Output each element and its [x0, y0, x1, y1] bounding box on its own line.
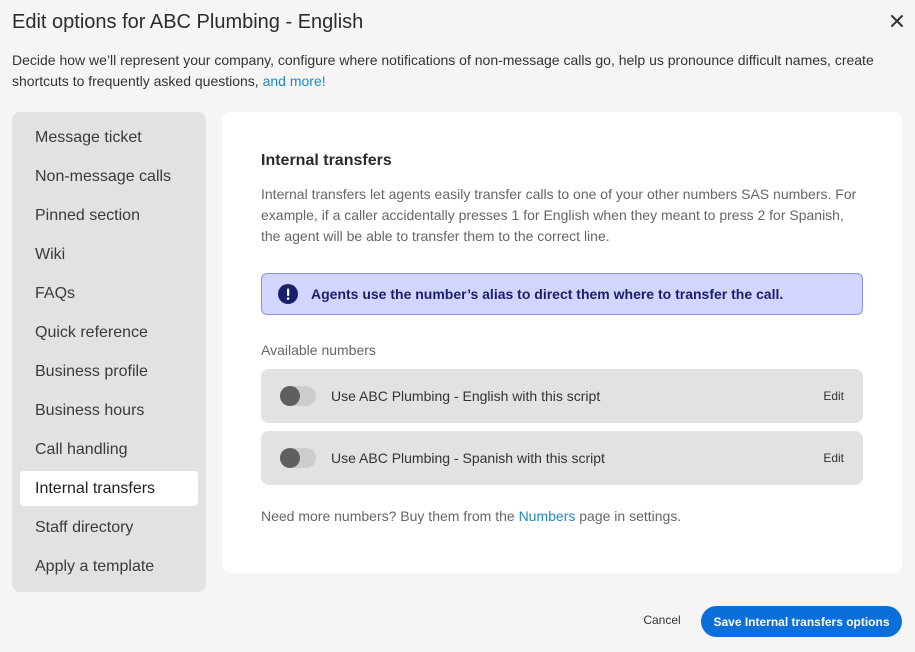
sidebar-item-business-profile[interactable]: Business profile	[20, 354, 198, 389]
sidebar-item-business-hours[interactable]: Business hours	[20, 393, 198, 428]
available-numbers-label: Available numbers	[261, 342, 376, 358]
toggle-knob	[280, 448, 300, 468]
number-label-spanish: Use ABC Plumbing - Spanish with this scr…	[331, 450, 605, 466]
panel-title: Internal transfers	[261, 152, 392, 169]
info-banner: Agents use the number’s alias to direct …	[261, 273, 863, 315]
dialog-title: Edit options for ABC Plumbing - English	[12, 11, 364, 33]
edit-spanish-button[interactable]: Edit	[823, 451, 844, 465]
panel-description: Internal transfers let agents easily tra…	[261, 186, 857, 244]
save-button[interactable]: Save Internal transfers options	[701, 606, 902, 637]
sidebar-item-call-handling[interactable]: Call handling	[20, 432, 198, 467]
number-label-english: Use ABC Plumbing - English with this scr…	[331, 388, 601, 404]
info-banner-text: Agents use the number’s alias to direct …	[311, 286, 784, 302]
footnote: Need more numbers? Buy them from the Num…	[261, 508, 681, 524]
dialog-intro: Decide how we’ll represent your company,…	[12, 50, 892, 92]
footnote-post: page in settings.	[575, 508, 682, 524]
internal-transfers-panel: Internal transfers Internal transfers le…	[222, 112, 902, 573]
number-row-english: Use ABC Plumbing - English with this scr…	[261, 369, 863, 423]
exclamation-icon	[278, 284, 298, 304]
close-button[interactable]	[885, 9, 909, 33]
toggle-knob	[280, 386, 300, 406]
toggle-spanish[interactable]	[280, 448, 316, 468]
and-more-link[interactable]: and more!	[263, 73, 326, 89]
footnote-pre: Need more numbers? Buy them from the	[261, 508, 519, 524]
number-row-spanish: Use ABC Plumbing - Spanish with this scr…	[261, 431, 863, 485]
toggle-english[interactable]	[280, 386, 316, 406]
sidebar-item-non-message-calls[interactable]: Non-message calls	[20, 159, 198, 194]
sidebar-item-pinned-section[interactable]: Pinned section	[20, 198, 198, 233]
numbers-link[interactable]: Numbers	[519, 508, 576, 524]
sidebar-item-apply-a-template[interactable]: Apply a template	[20, 549, 198, 584]
sidebar-item-message-ticket[interactable]: Message ticket	[20, 120, 198, 155]
cancel-button[interactable]: Cancel	[636, 608, 688, 632]
close-icon	[891, 15, 903, 27]
edit-english-button[interactable]: Edit	[823, 389, 844, 403]
options-sidebar: Message ticket Non-message calls Pinned …	[12, 112, 206, 592]
sidebar-item-quick-reference[interactable]: Quick reference	[20, 315, 198, 350]
sidebar-item-staff-directory[interactable]: Staff directory	[20, 510, 198, 545]
sidebar-item-faqs[interactable]: FAQs	[20, 276, 198, 311]
intro-text: Decide how we’ll represent your company,…	[12, 52, 874, 89]
sidebar-item-wiki[interactable]: Wiki	[20, 237, 198, 272]
sidebar-item-internal-transfers[interactable]: Internal transfers	[20, 471, 198, 506]
